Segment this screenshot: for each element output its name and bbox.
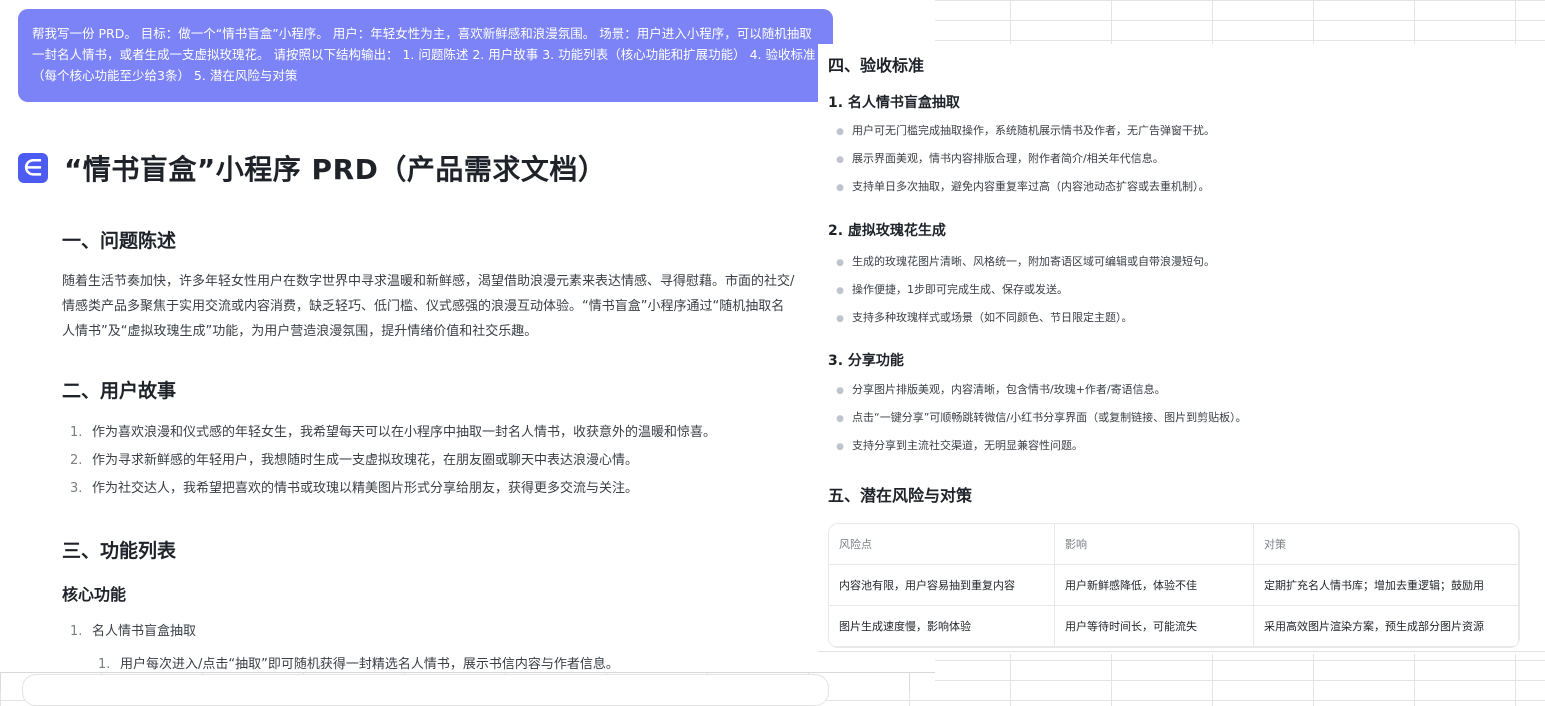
risk-table: 风险点 影响 对策 内容池有限，用户容易抽到重复内容 用户新鲜感降低，体验不佳 … bbox=[828, 523, 1520, 648]
table-row: 图片生成速度慢，影响体验 用户等待时间长，可能流失 采用高效图片渲染方案，预生成… bbox=[829, 605, 1519, 647]
acceptance-group-title: 3. 分享功能 bbox=[828, 353, 904, 369]
section-heading-features: 三、功能列表 bbox=[62, 540, 177, 562]
table-cell: 内容池有限，用户容易抽到重复内容 bbox=[829, 564, 1055, 606]
section-heading-problem: 一、问题陈述 bbox=[62, 230, 177, 252]
core-features-heading: 核心功能 bbox=[62, 585, 127, 604]
acceptance-panel-right: 四、验收标准 1. 名人情书盲盒抽取 ● 用户可无门槛完成抽取操作，系统随机展示情… bbox=[818, 44, 1545, 654]
table-cell: 用户等待时间长，可能流失 bbox=[1054, 605, 1254, 647]
table-header-row: 风险点 影响 对策 bbox=[829, 524, 1519, 565]
list-item: ● 生成的玫瑰花图片清晰、风格统一，附加寄语区域可编辑或自带浪漫短句。 bbox=[836, 255, 1215, 268]
user-stories-list: 1. 作为喜欢浪漫和仪式感的年轻女生，我希望每天可以在小程序中抽取一封名人情书，收… bbox=[62, 419, 716, 503]
list-item: ● 分享图片排版美观，内容清晰，包含情书/玫瑰+作者/寄语信息。 bbox=[836, 383, 1166, 396]
divider bbox=[818, 651, 1545, 652]
list-item: ● 支持分享到主流社交渠道，无明显兼容性问题。 bbox=[836, 439, 1083, 452]
list-item: 1. 作为喜欢浪漫和仪式感的年轻女生，我希望每天可以在小程序中抽取一封名人情书，收… bbox=[70, 425, 717, 440]
acceptance-group-title: 1. 名人情书盲盒抽取 bbox=[828, 95, 960, 111]
app-logo-icon: ∈ bbox=[18, 153, 48, 183]
list-item: ● 支持多种玫瑰样式或场景（如不同颜色、节日限定主题）。 bbox=[836, 311, 1133, 324]
acceptance-list: ● 分享图片排版美观，内容清晰，包含情书/玫瑰+作者/寄语信息。 ● 点击“一键分享… bbox=[828, 376, 1247, 460]
user-prompt-text: 帮我写一份 PRD。 目标：做一个“情书盲盒”小程序。 用户：年轻女性为主，喜欢… bbox=[32, 26, 816, 83]
problem-statement-paragraph: 随着生活节奏加快，许多年轻女性用户在数字世界中寻求温暖和新鲜感，渴望借助浪漫元素… bbox=[62, 274, 795, 339]
chat-input-box[interactable] bbox=[22, 674, 829, 706]
list-item: 3. 作为社交达人，我希望把喜欢的情书或玫瑰以精美图片形式分享给朋友，获得更多交流… bbox=[70, 481, 639, 496]
table-row: 内容池有限，用户容易抽到重复内容 用户新鲜感降低，体验不佳 定期扩充名人情书库；… bbox=[829, 564, 1519, 606]
acceptance-list: ● 生成的玫瑰花图片清晰、风格统一，附加寄语区域可编辑或自带浪漫短句。 ● 操作便捷… bbox=[828, 248, 1215, 332]
document-title: “情书盲盒”小程序 PRD（产品需求文档） bbox=[64, 153, 607, 186]
table-header-cell: 影响 bbox=[1054, 524, 1254, 565]
section-heading-user-stories: 二、用户故事 bbox=[62, 380, 177, 402]
section-heading-risks: 五、潜在风险与对策 bbox=[828, 486, 973, 505]
table-cell: 用户新鲜感降低，体验不佳 bbox=[1054, 564, 1254, 606]
chat-panel-left: 帮我写一份 PRD。 目标：做一个“情书盲盒”小程序。 用户：年轻女性为主，喜欢… bbox=[0, 0, 935, 678]
list-item: ● 用户可无门槛完成抽取操作，系统随机展示情书及作者，无广告弹窗干扰。 bbox=[836, 124, 1215, 137]
table-cell: 图片生成速度慢，影响体验 bbox=[829, 605, 1055, 647]
chat-input-area bbox=[0, 672, 935, 706]
acceptance-list: ● 用户可无门槛完成抽取操作，系统随机展示情书及作者，无广告弹窗干扰。 ● 展示界面… bbox=[828, 117, 1215, 201]
document-title-row: ∈ “情书盲盒”小程序 PRD（产品需求文档） bbox=[18, 148, 606, 188]
list-item: ● 展示界面美观，情书内容排版合理，附作者简介/相关年代信息。 bbox=[836, 152, 1164, 165]
feature-item: 1. 名人情书盲盒抽取 bbox=[70, 624, 197, 639]
list-item: ● 点击“一键分享”可顺畅跳转微信/小红书分享界面（或复制链接、图片到剪贴板）。 bbox=[836, 411, 1247, 424]
list-item: ● 支持单日多次抽取，避免内容重复率过高（内容池动态扩容或去重机制）。 bbox=[836, 180, 1210, 193]
table-cell: 定期扩充名人情书库；增加去重逻辑；鼓励用 bbox=[1253, 564, 1519, 606]
section-heading-acceptance: 四、验收标准 bbox=[828, 56, 925, 75]
feature-sub-item: 1. 用户每次进入/点击“抽取”即可随机获得一封精选名人情书，展示书信内容与作者信… bbox=[98, 657, 619, 672]
list-item: ● 操作便捷，1步即可完成生成、保存或发送。 bbox=[836, 283, 1068, 296]
acceptance-group-title: 2. 虚拟玫瑰花生成 bbox=[828, 223, 946, 239]
list-item: 2. 作为寻求新鲜感的年轻用户，我想随时生成一支虚拟玫瑰花，在朋友圈或聊天中表达浪… bbox=[70, 453, 639, 468]
table-cell: 采用高效图片渲染方案，预生成部分图片资源 bbox=[1253, 605, 1519, 647]
user-prompt-bubble: 帮我写一份 PRD。 目标：做一个“情书盲盒”小程序。 用户：年轻女性为主，喜欢… bbox=[18, 9, 833, 102]
table-header-cell: 对策 bbox=[1253, 524, 1519, 565]
table-header-cell: 风险点 bbox=[829, 524, 1055, 565]
